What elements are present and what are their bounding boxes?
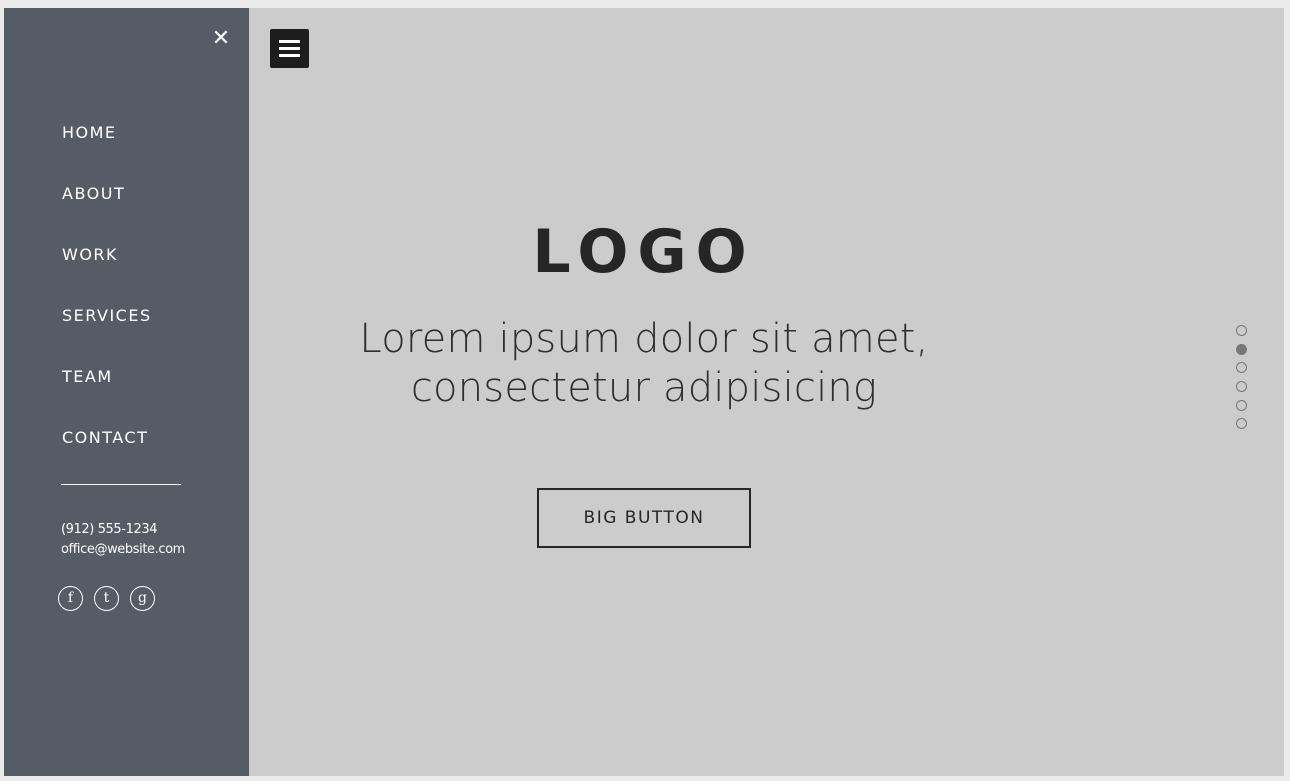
pagination-dots [1236,325,1247,437]
nav-item-home[interactable]: HOME [62,122,152,183]
pagination-dot[interactable] [1236,399,1247,411]
hamburger-line [279,54,300,57]
hamburger-line [279,47,300,50]
nav-item-services[interactable]: SERVICES [62,305,152,366]
big-button[interactable]: BIG BUTTON [537,488,751,548]
nav-item-contact[interactable]: CONTACT [62,427,152,488]
hamburger-menu-icon[interactable] [270,29,309,68]
nav-item-work[interactable]: WORK [62,244,152,305]
tagline-line-1: Lorem ipsum dolor sit amet, [359,316,929,362]
contact-info: (912) 555-1234 office@website.com [61,520,185,560]
nav-item-team[interactable]: TEAM [62,366,152,427]
pagination-dot[interactable] [1236,343,1247,355]
hero-section: LOGO Lorem ipsum dolor sit amet, consect… [249,8,1284,776]
email-address[interactable]: office@website.com [61,540,185,560]
nav-item-about[interactable]: ABOUT [62,183,152,244]
hamburger-line [279,40,300,43]
pagination-dot[interactable] [1236,325,1247,336]
social-links: f t g [58,586,155,611]
sidebar-menu: ✕ HOME ABOUT WORK SERVICES TEAM CONTACT … [4,8,249,776]
facebook-icon[interactable]: f [58,586,83,611]
pagination-dot[interactable] [1236,381,1247,393]
page-frame: ✕ HOME ABOUT WORK SERVICES TEAM CONTACT … [4,8,1284,776]
sidebar-nav: HOME ABOUT WORK SERVICES TEAM CONTACT [62,122,152,488]
twitter-icon[interactable]: t [94,586,119,611]
close-icon[interactable]: ✕ [210,28,232,50]
phone-number: (912) 555-1234 [61,522,158,537]
pagination-dot[interactable] [1236,362,1247,374]
pagination-dot[interactable] [1236,418,1247,430]
tagline-line-2: consectetur adipisicing [410,365,878,411]
sidebar-divider [61,484,181,485]
google-plus-icon[interactable]: g [130,586,155,611]
logo: LOGO [532,217,756,287]
hero-tagline: Lorem ipsum dolor sit amet, consectetur … [249,315,1039,413]
